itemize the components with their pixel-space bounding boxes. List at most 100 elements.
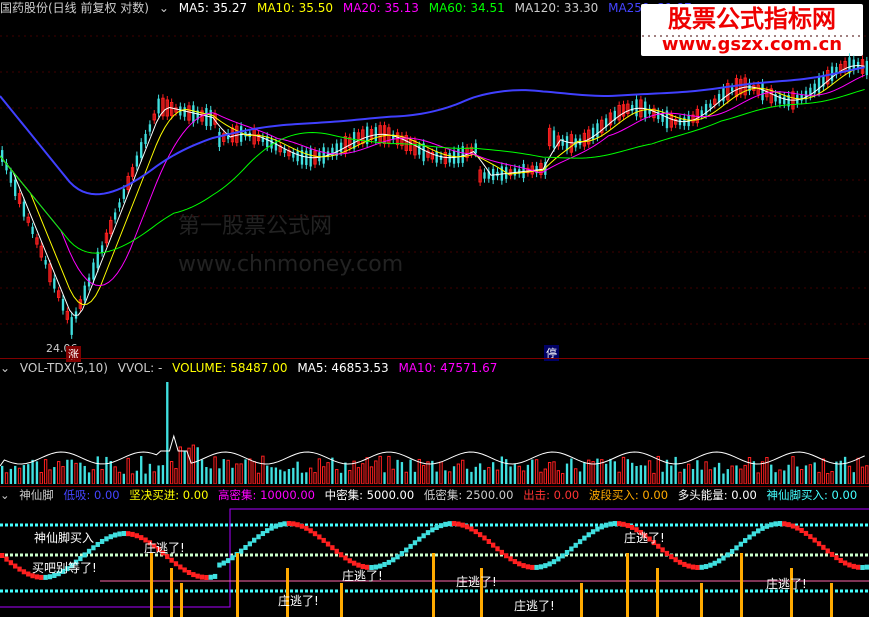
volume-bar-down [292, 467, 295, 484]
wave-segment [525, 564, 531, 570]
wave-segment [808, 534, 813, 540]
volume-bar-down [383, 472, 386, 484]
wave-segment [273, 523, 279, 529]
volume-dropdown-icon[interactable]: ⌄ [0, 361, 10, 375]
dropdown-icon[interactable]: ⌄ [159, 1, 169, 15]
escape-label-3: 庄逃了! [456, 575, 497, 589]
vvol-value: VVOL: - [117, 361, 163, 375]
volume-bar-up [521, 470, 526, 484]
volume-bar-down [635, 465, 638, 484]
wave-segment [751, 531, 757, 537]
wave-segment [534, 564, 539, 570]
indicator-name[interactable]: 神仙脚 [19, 488, 54, 502]
indicator-chart-svg [0, 508, 869, 617]
volume-indicator-name[interactable]: VOL-TDX(5,10) [20, 361, 108, 375]
volume-bar-down [144, 473, 147, 484]
wave-segment [243, 545, 248, 551]
wave-segment [673, 557, 678, 563]
wave-segment [417, 536, 422, 542]
wave-segment [551, 559, 557, 565]
candle-down [140, 142, 143, 158]
sell-value: 出击: 0.00 [523, 488, 580, 502]
volume-bar-down [9, 468, 13, 484]
volume-bar-up [439, 461, 443, 484]
candle-down [661, 112, 664, 122]
indicator-dropdown-icon[interactable]: ⌄ [0, 488, 10, 502]
volume-bar-up [708, 469, 713, 484]
volume-bar-up [421, 465, 426, 484]
volume-bar-up [248, 458, 252, 484]
volume-bar-down [161, 465, 165, 484]
candle-down [817, 77, 821, 93]
wave-segment [716, 558, 722, 564]
volume-bar-up [730, 465, 734, 484]
volume-panel[interactable] [0, 376, 869, 484]
wave-segment [99, 538, 105, 544]
volume-bar-up [591, 461, 595, 484]
stock-title[interactable]: 国药股份(日线 前复权 对数) [0, 1, 149, 15]
low-suck-value: 低吸: 0.00 [63, 488, 120, 502]
candle-down [435, 151, 438, 163]
candle-down [783, 96, 786, 105]
candle-down [565, 136, 569, 151]
wave-segment [703, 564, 709, 570]
wave-segment [464, 524, 470, 530]
volume-bar-up [495, 469, 500, 484]
candle-down [100, 245, 104, 253]
candle-down [800, 94, 803, 101]
volume-bar-up [799, 469, 804, 484]
wave-segment [204, 574, 209, 580]
volume-bar-up [152, 471, 156, 484]
candle-down [113, 212, 117, 220]
wave-segment [573, 542, 578, 548]
volume-bar-up [791, 456, 795, 484]
volume-bar-up [235, 463, 239, 484]
volume-bar-up [56, 461, 61, 484]
volume-bar-up [865, 465, 869, 484]
volume-bar-down [465, 468, 469, 484]
wave-segment [495, 546, 500, 552]
wave-segment [82, 552, 87, 558]
wave-segment [325, 541, 331, 547]
volume-bar-down [796, 466, 799, 484]
volume-bar-down [613, 461, 616, 484]
volume-bar-down [31, 459, 34, 484]
wave-segment [625, 523, 631, 529]
candle-down [148, 124, 152, 132]
wave-segment [430, 527, 435, 533]
volume-bar-down [166, 382, 169, 484]
price-chart-panel[interactable]: 第一股票公式网 www.chnmoney.com 24.06 涨 停 [0, 16, 869, 362]
wave-segment [199, 574, 205, 580]
volume-bar-down [205, 467, 208, 484]
wave-segment [582, 535, 587, 541]
volume-bar-down [279, 469, 282, 484]
volume-bar-up [487, 467, 491, 484]
wave-segment [812, 537, 817, 543]
wave-segment [469, 526, 474, 532]
escape-label-2: 庄逃了! [342, 569, 383, 583]
wave-segment [13, 563, 18, 569]
volume-bar-up [178, 446, 182, 484]
wave-segment [434, 524, 439, 530]
volume-bar-down [140, 456, 143, 484]
volume-bar-down [218, 468, 221, 484]
volume-bar-down [526, 464, 530, 484]
wave-segment [616, 521, 622, 527]
volume-bar-down [570, 458, 573, 484]
volume-bar-down [813, 462, 816, 484]
volume-bar-down [843, 456, 847, 484]
wave-segment [130, 531, 135, 537]
volume-bar-down [305, 472, 308, 484]
volume-bar-up [317, 458, 322, 484]
volume-bar-down [565, 463, 569, 484]
indicator-panel[interactable]: 神仙脚买入 买吧别等了! 庄逃了! 庄逃了! 庄逃了! 庄逃了! 庄逃了! 庄逃… [0, 503, 869, 617]
wave-segment [490, 542, 496, 548]
volume-bar-down [444, 470, 447, 484]
wave-segment [282, 521, 287, 527]
candle-down [135, 155, 139, 167]
volume-bar-up [391, 468, 395, 484]
low-dense-value: 低密集: 2500.00 [423, 488, 514, 502]
volume-value: VOLUME: 58487.00 [172, 361, 288, 375]
ma10-value: MA10: 35.50 [256, 1, 334, 15]
volume-bar-down [157, 465, 160, 484]
